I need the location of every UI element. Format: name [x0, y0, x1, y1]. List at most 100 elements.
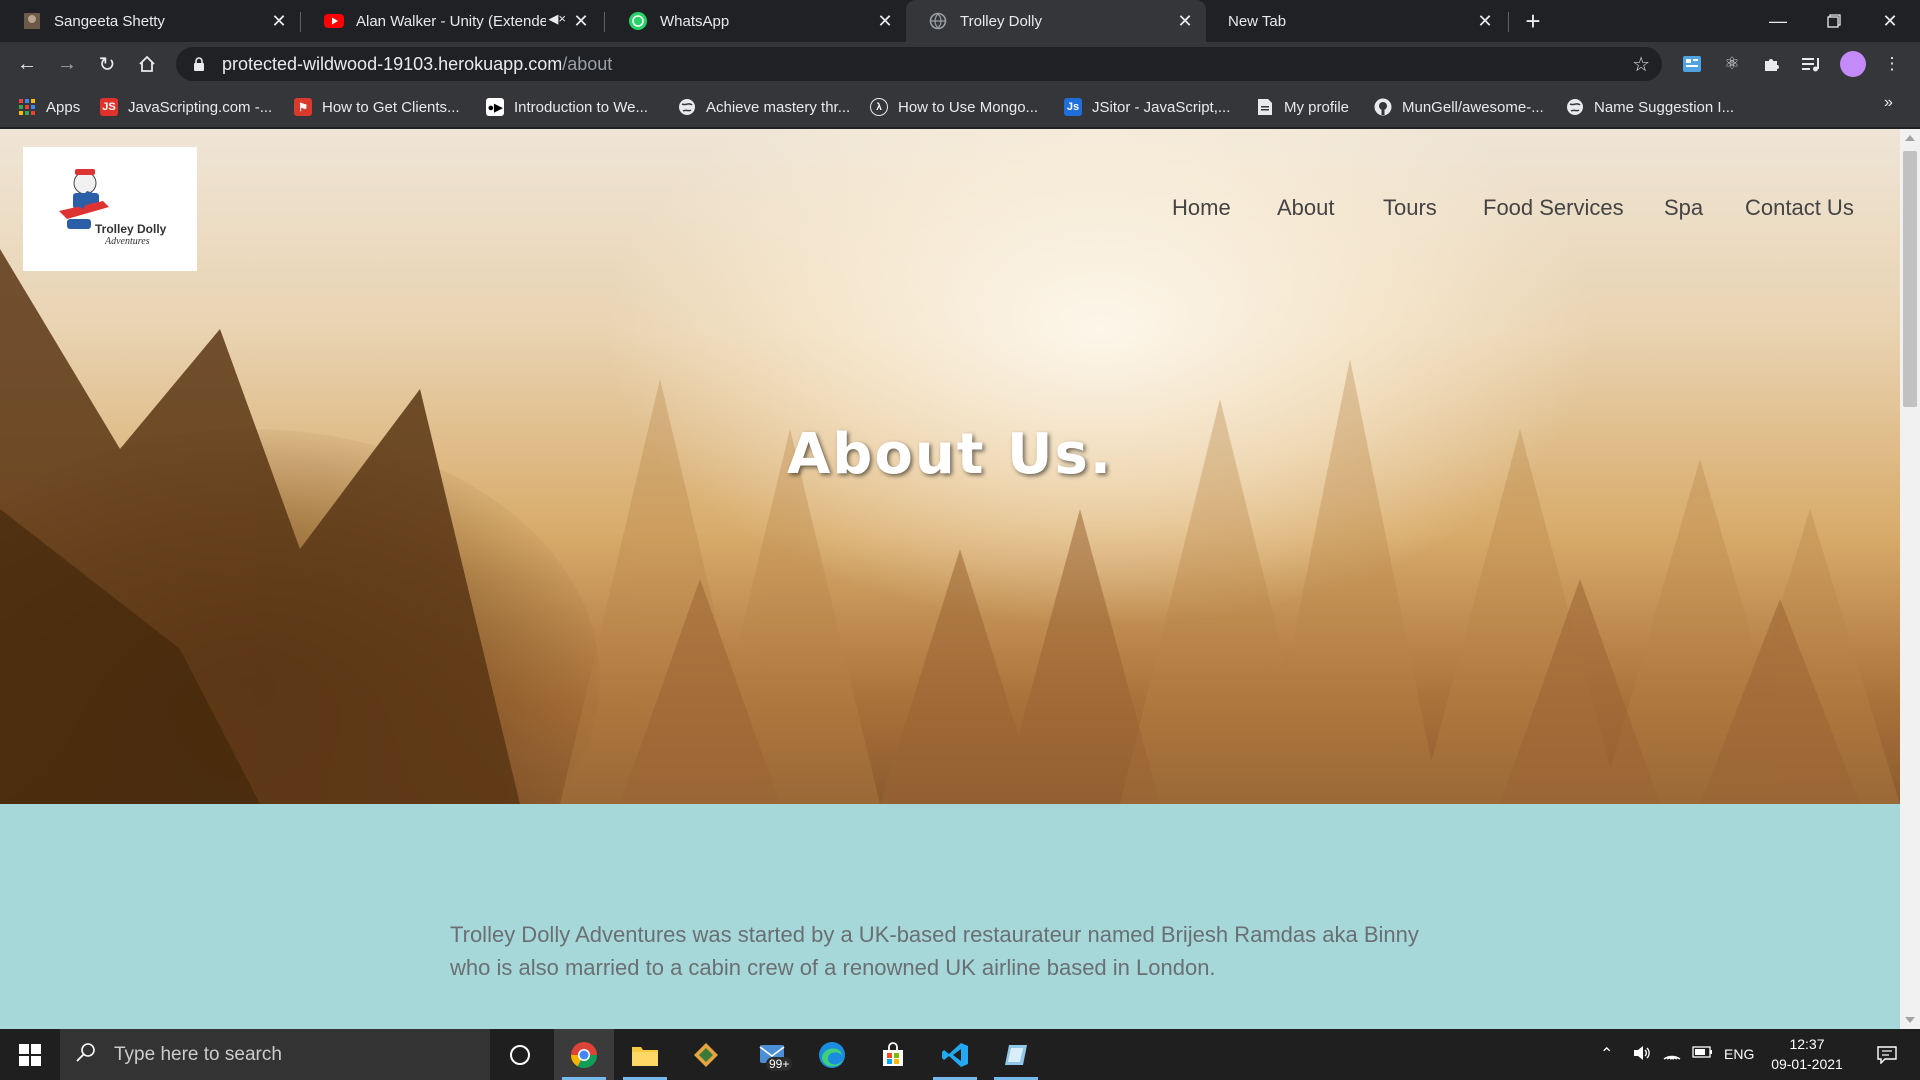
whatsapp-icon	[628, 11, 648, 31]
page-scrollbar[interactable]	[1900, 129, 1920, 1029]
url-path: /about	[562, 53, 613, 74]
chrome-menu-icon[interactable]: ⋮	[1880, 52, 1904, 76]
tab-title: Sangeeta Shetty	[54, 12, 165, 30]
bookmark-my-profile[interactable]: My profile	[1256, 94, 1349, 120]
bookmark-label: Name Suggestion I...	[1594, 98, 1735, 116]
new-tab-button[interactable]: +	[1518, 6, 1548, 36]
about-paragraph: Trolley Dolly Adventures was started by …	[450, 922, 1419, 980]
taskbar-search-input[interactable]: Type here to search	[60, 1029, 490, 1080]
windows-taskbar: Type here to search 99+ ⌃ ENG 12:37 09-0…	[0, 1029, 1920, 1080]
bookmark-apps[interactable]: Apps	[18, 94, 80, 120]
notepad-app-icon[interactable]	[986, 1029, 1046, 1080]
taskbar-clock[interactable]: 12:37 09-01-2021	[1762, 1034, 1852, 1074]
bookmark-mungell-awesome[interactable]: MunGell/awesome-...	[1374, 94, 1544, 120]
tab-divider	[1508, 12, 1509, 32]
bookmark-achieve-mastery[interactable]: Achieve mastery thr...	[678, 94, 850, 120]
tab-whatsapp[interactable]: WhatsApp ✕	[606, 0, 906, 42]
logo-tagline: Adventures	[105, 236, 150, 247]
windows-start-icon[interactable]	[0, 1029, 60, 1080]
clock-date: 09-01-2021	[1771, 1056, 1843, 1072]
volume-icon[interactable]	[1632, 1043, 1652, 1066]
input-language[interactable]: ENG	[1724, 1046, 1754, 1062]
restore-window-icon[interactable]	[1806, 0, 1862, 42]
chrome-taskbar-icon[interactable]	[554, 1029, 614, 1080]
site-logo[interactable]: Trolley Dolly Adventures	[23, 147, 197, 271]
microsoft-store-icon[interactable]	[863, 1029, 923, 1080]
home-icon[interactable]	[132, 49, 162, 79]
bookmark-label: JavaScripting.com -...	[128, 98, 273, 116]
extension-reader-icon[interactable]	[1680, 52, 1704, 76]
javascripting-icon: JS	[100, 98, 118, 116]
battery-icon[interactable]	[1692, 1044, 1714, 1063]
profile-avatar[interactable]	[1840, 51, 1866, 77]
github-icon	[1374, 98, 1392, 116]
bookmark-jsitor[interactable]: Js JSitor - JavaScript,...	[1064, 94, 1230, 120]
logo-wordmark: Trolley Dolly	[95, 222, 167, 236]
wifi-icon[interactable]	[1662, 1043, 1682, 1066]
bookmark-javascripting[interactable]: JS JavaScripting.com -...	[100, 94, 272, 120]
bookmark-how-to-get-clients[interactable]: ⚑ How to Get Clients...	[294, 94, 460, 120]
close-tab-icon[interactable]: ✕	[570, 10, 592, 32]
tab-title: WhatsApp	[660, 12, 730, 30]
nav-food-services[interactable]: Food Services	[1483, 195, 1624, 221]
cortana-icon[interactable]	[490, 1029, 550, 1080]
close-tab-icon[interactable]: ✕	[1174, 10, 1196, 32]
close-tab-icon[interactable]: ✕	[1474, 10, 1496, 32]
scroll-up-arrow-icon[interactable]	[1905, 135, 1915, 141]
lock-icon[interactable]	[190, 54, 208, 74]
bookmark-star-icon[interactable]: ☆	[1632, 52, 1650, 77]
minimize-icon[interactable]: —	[1750, 0, 1806, 42]
tab-sangeeta-shetty[interactable]: Sangeeta Shetty ✕	[0, 0, 300, 42]
bookmark-label: Achieve mastery thr...	[706, 98, 851, 116]
video-camera-icon: ●▶	[486, 98, 504, 116]
tab-new-tab[interactable]: New Tab ✕	[1206, 0, 1506, 42]
scroll-down-arrow-icon[interactable]	[1905, 1017, 1915, 1023]
close-tab-icon[interactable]: ✕	[874, 10, 896, 32]
address-bar[interactable]: protected-wildwood-19103.herokuapp.com/a…	[176, 47, 1662, 81]
chevron-up-icon[interactable]: ⌃	[1600, 1044, 1613, 1064]
bookmark-introduction-to-we[interactable]: ●▶ Introduction to We...	[486, 94, 648, 120]
speaker-muted-icon[interactable]: ◀×	[548, 11, 566, 27]
git-kraken-icon[interactable]	[676, 1029, 736, 1080]
tab-title: New Tab	[1228, 12, 1287, 30]
nav-spa[interactable]: Spa	[1664, 195, 1703, 221]
bookmark-name-suggestion[interactable]: Name Suggestion I...	[1566, 94, 1734, 120]
document-icon	[1256, 98, 1274, 116]
action-center-icon[interactable]	[1862, 1029, 1912, 1080]
flag-icon: ⚑	[294, 98, 312, 116]
bookmark-label: How to Use Mongo...	[898, 98, 1039, 116]
nav-about[interactable]: About	[1277, 195, 1335, 221]
tab-title: Trolley Dolly	[960, 12, 1042, 30]
bookmark-label: How to Get Clients...	[322, 98, 460, 116]
vscode-icon[interactable]	[925, 1029, 985, 1080]
tab-alan-walker[interactable]: Alan Walker - Unity (Extended ◀× ✕	[302, 0, 602, 42]
bookmark-label: Apps	[46, 98, 81, 116]
bookmark-label: Introduction to We...	[514, 98, 648, 116]
forward-arrow-icon[interactable]: →	[52, 49, 82, 79]
edge-icon[interactable]	[802, 1029, 862, 1080]
jsitor-icon: Js	[1064, 98, 1082, 116]
bookmarks-bar: Apps JS JavaScripting.com -... ⚑ How to …	[0, 86, 1920, 128]
page-viewport: Trolley Dolly Adventures Home About Tour…	[0, 129, 1900, 1029]
url-text: protected-wildwood-19103.herokuapp.com/a…	[222, 54, 612, 75]
profile-photo-icon	[22, 11, 42, 31]
mail-icon[interactable]: 99+	[744, 1029, 804, 1080]
extensions-puzzle-icon[interactable]	[1760, 52, 1784, 76]
close-tab-icon[interactable]: ✕	[268, 10, 290, 32]
tab-trolley-dolly[interactable]: Trolley Dolly ✕	[906, 0, 1206, 42]
reload-icon[interactable]: ↻	[92, 49, 122, 79]
file-explorer-icon[interactable]	[615, 1029, 675, 1080]
nav-contact-us[interactable]: Contact Us	[1745, 195, 1854, 221]
media-queue-icon[interactable]	[1800, 52, 1824, 76]
bookmarks-overflow-icon[interactable]: »	[1884, 94, 1893, 112]
close-window-icon[interactable]: ✕	[1862, 0, 1918, 42]
tab-divider	[300, 12, 301, 32]
back-arrow-icon[interactable]: ←	[12, 49, 42, 79]
nav-tours[interactable]: Tours	[1383, 195, 1437, 221]
nav-home[interactable]: Home	[1172, 195, 1231, 221]
browser-toolbar: ← → ↻ protected-wildwood-19103.herokuapp…	[0, 42, 1920, 86]
scrollbar-thumb[interactable]	[1903, 151, 1917, 407]
react-devtools-icon[interactable]: ⚛	[1720, 52, 1744, 76]
bookmark-how-to-use-mongo[interactable]: λ How to Use Mongo...	[870, 94, 1038, 120]
search-icon	[76, 1042, 100, 1068]
